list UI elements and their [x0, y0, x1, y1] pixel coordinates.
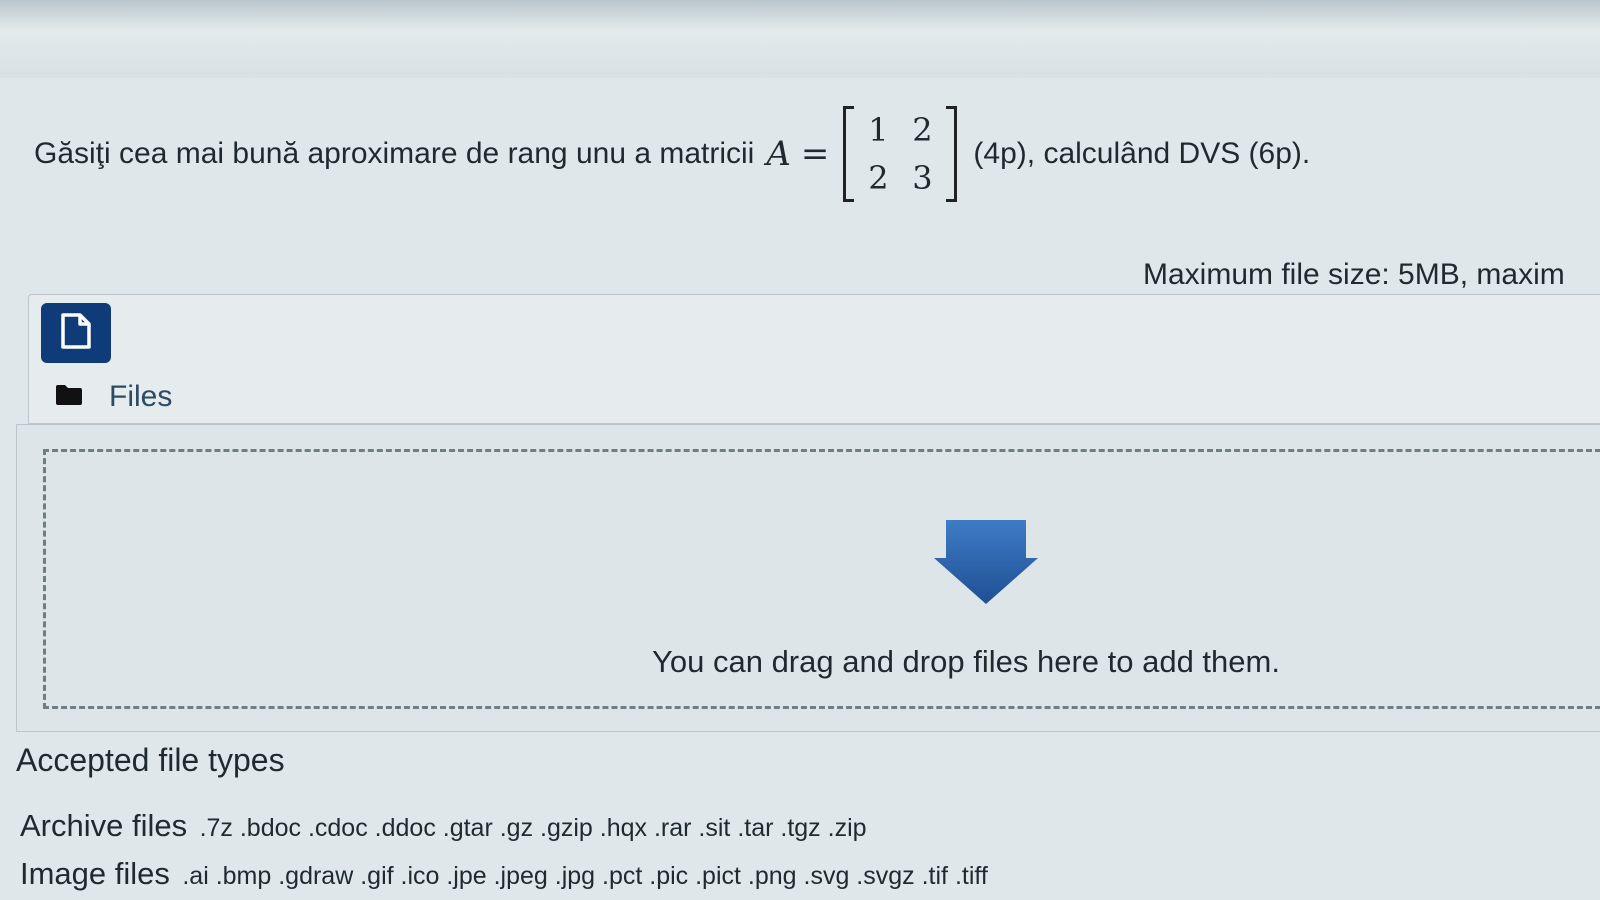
image-label: Image files	[20, 856, 170, 891]
image-extensions: .ai .bmp .gdraw .gif .ico .jpe .jpeg .jp…	[182, 862, 988, 890]
question-text: Găsiţi cea mai bună aproximare de rang u…	[34, 104, 1574, 204]
accepted-types-title: Accepted file types	[16, 742, 285, 778]
file-picker-toolbar: Files	[28, 294, 1600, 424]
matrix-cell: 3	[912, 159, 933, 197]
folder-icon	[55, 380, 83, 414]
question-text-after: (4p), calculând DVS (6p).	[973, 137, 1311, 170]
max-file-size: Maximum file size: 5MB, maxim	[1143, 258, 1565, 291]
arrow-down-icon	[932, 520, 1040, 611]
files-label: Files	[109, 380, 173, 413]
archive-types-row: Archive files .7z .bdoc .cdoc .ddoc .gta…	[20, 808, 867, 844]
add-file-button[interactable]	[41, 303, 111, 363]
matrix-cell: 2	[868, 159, 889, 197]
matrix-cell: 1	[868, 111, 889, 149]
matrix-cell: 2	[912, 111, 933, 149]
dropzone-dashed-area[interactable]: You can drag and drop files here to add …	[43, 449, 1600, 709]
matrix-a: 1 2 2 3	[843, 106, 958, 202]
browser-top-strip	[0, 0, 1600, 78]
archive-extensions: .7z .bdoc .cdoc .ddoc .gtar .gz .gzip .h…	[199, 814, 867, 842]
drop-hint: You can drag and drop files here to add …	[652, 644, 1280, 679]
file-dropzone[interactable]: You can drag and drop files here to add …	[16, 424, 1600, 732]
file-icon	[59, 312, 93, 355]
equals-sign: =	[800, 134, 830, 174]
image-types-row: Image files .ai .bmp .gdraw .gif .ico .j…	[20, 856, 988, 892]
breadcrumb-files[interactable]: Files	[55, 379, 172, 415]
archive-label: Archive files	[20, 808, 188, 843]
matrix-name: A	[766, 134, 791, 174]
question-text-before: Găsiţi cea mai bună aproximare de rang u…	[34, 137, 755, 170]
